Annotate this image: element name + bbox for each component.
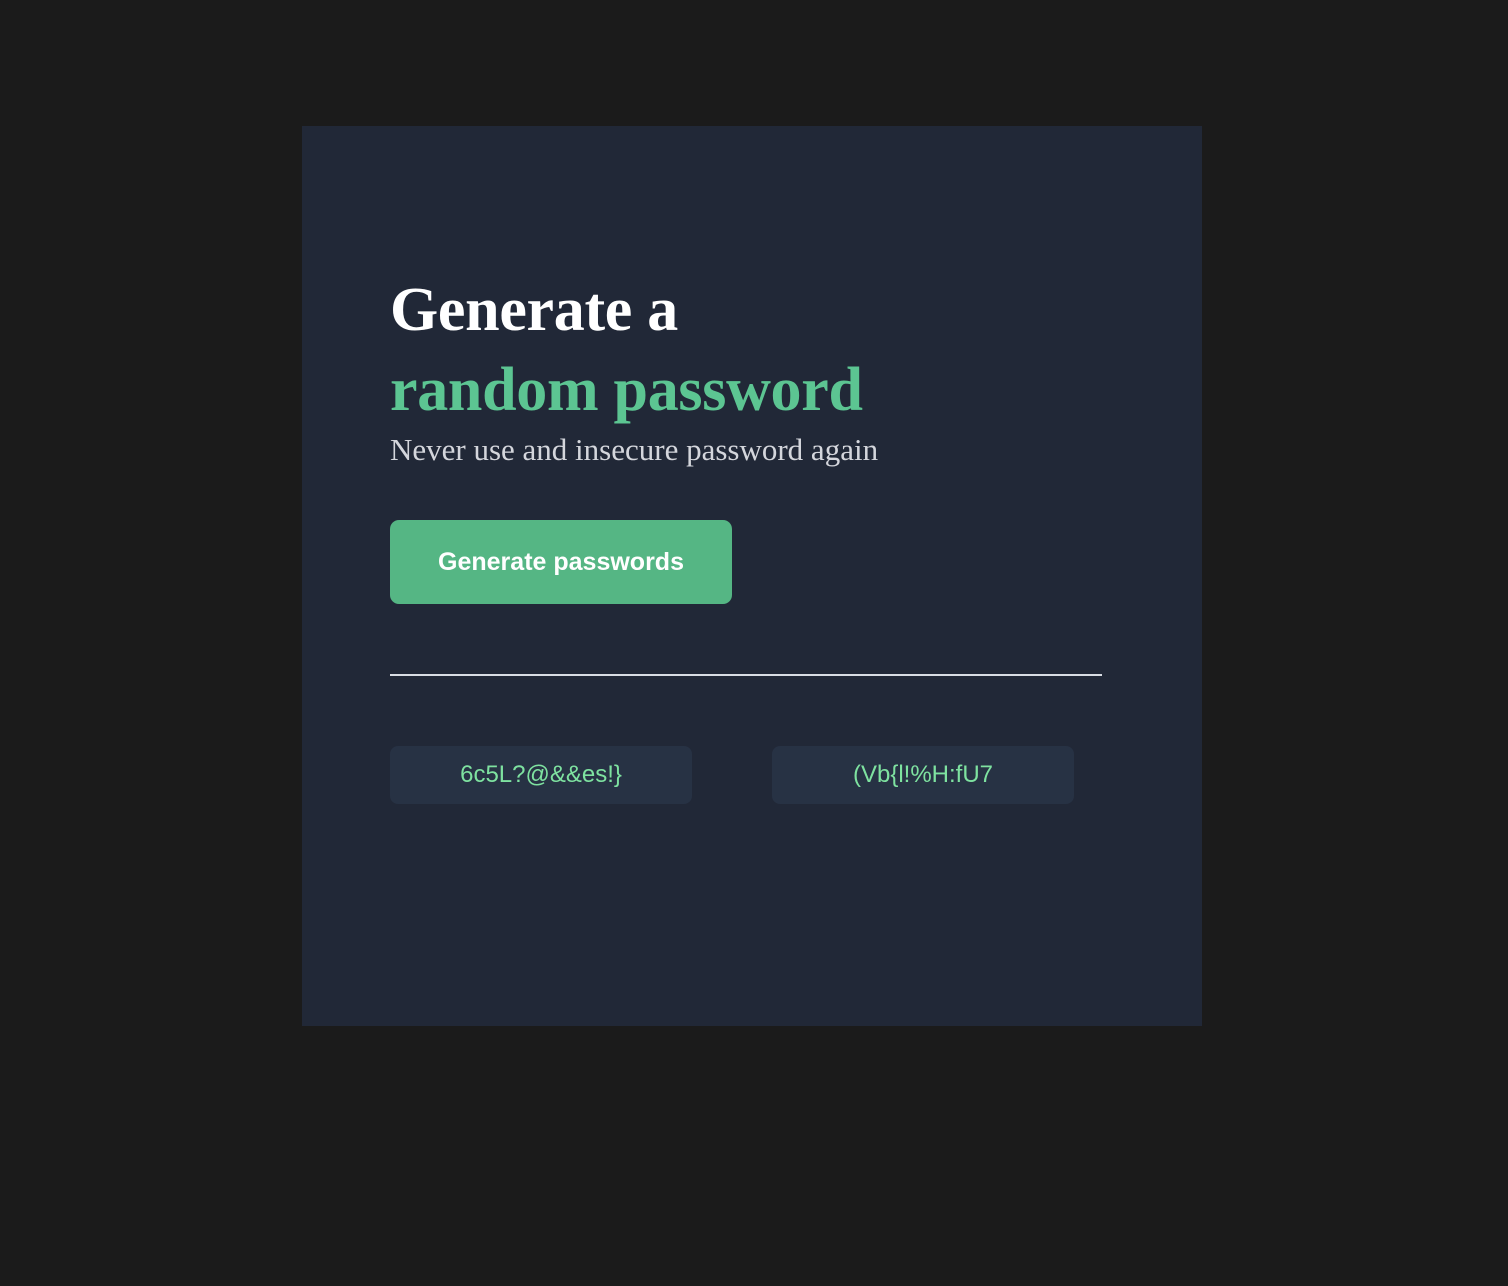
divider bbox=[390, 674, 1102, 676]
password-results: 6c5L?@&&es!} (Vb{l!%H:fU7 bbox=[390, 746, 1102, 804]
generator-content: Generate a random password Never use and… bbox=[390, 270, 1102, 804]
subtitle: Never use and insecure password again bbox=[390, 432, 879, 467]
title-line-accent: random password bbox=[390, 356, 863, 424]
password-output-1[interactable]: 6c5L?@&&es!} bbox=[390, 746, 692, 804]
page-background: { "header": { "title_line1": "Generate a… bbox=[0, 0, 1508, 1286]
title-line-primary: Generate a bbox=[390, 276, 678, 344]
generator-card: Generate a random password Never use and… bbox=[302, 126, 1202, 1026]
generate-passwords-button[interactable]: Generate passwords bbox=[390, 520, 732, 604]
page-title: Generate a random password bbox=[390, 270, 1102, 430]
password-output-2[interactable]: (Vb{l!%H:fU7 bbox=[772, 746, 1074, 804]
